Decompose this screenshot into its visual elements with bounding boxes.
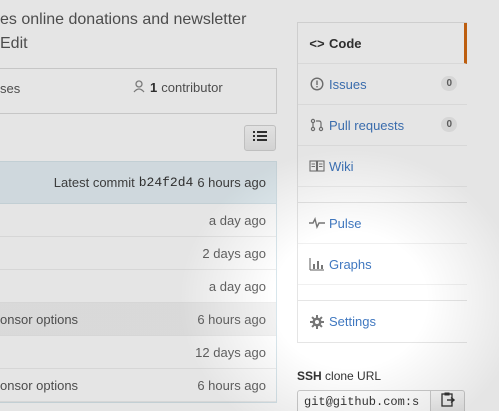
clone-label-text: clone URL (325, 369, 382, 383)
clone-url-label: SSH clone URL (297, 369, 381, 383)
nav-graphs[interactable]: Graphs (298, 244, 467, 285)
nav-divider (298, 187, 467, 203)
commit-age: a day ago (208, 212, 266, 228)
nav-wiki-label: Wiki (329, 158, 354, 174)
file-row[interactable]: 2 days ago (0, 237, 276, 270)
book-icon (309, 160, 325, 172)
file-row[interactable]: onsor options 6 hours ago (0, 303, 276, 336)
list-view-button[interactable] (244, 125, 276, 151)
pulse-icon (309, 217, 325, 229)
nav-pull-requests[interactable]: Pull requests 0 (298, 105, 467, 146)
commit-age: 6 hours ago (197, 311, 266, 327)
issue-icon (309, 77, 325, 91)
issues-count-badge: 0 (441, 76, 457, 91)
repository-page: es online donations and newsletter Edit … (0, 0, 499, 411)
file-row[interactable]: onsor options 6 hours ago (0, 369, 276, 402)
copy-clone-url-button[interactable] (431, 390, 465, 411)
repo-nav: <> Code Issues 0 Pull requests 0 Wiki Pu… (297, 22, 467, 343)
nav-code-label: Code (329, 35, 362, 51)
file-row[interactable]: a day ago (0, 204, 276, 237)
commit-message[interactable]: onsor options (0, 378, 78, 393)
file-listing: Latest commit b24f2d4 6 hours ago a day … (0, 161, 277, 403)
latest-commit-header: Latest commit b24f2d4 6 hours ago (0, 162, 276, 204)
file-row[interactable]: a day ago (0, 270, 276, 303)
nav-issues[interactable]: Issues 0 (298, 64, 467, 105)
edit-description-link[interactable]: Edit (0, 32, 285, 56)
graph-icon (309, 257, 325, 271)
list-icon (253, 129, 267, 147)
clipboard-icon (440, 392, 455, 411)
contributors-icon (132, 79, 146, 96)
repo-sidebar: <> Code Issues 0 Pull requests 0 Wiki Pu… (297, 22, 467, 343)
commit-age: 6 hours ago (197, 377, 266, 393)
nav-settings-label: Settings (329, 314, 376, 329)
latest-commit-age: 6 hours ago (197, 175, 266, 190)
file-row[interactable]: 12 days ago (0, 336, 276, 369)
nav-wiki[interactable]: Wiki (298, 146, 467, 187)
nav-code[interactable]: <> Code (298, 23, 467, 64)
pull-requests-count-badge: 0 (441, 117, 457, 132)
repo-description-text: es online donations and newsletter (0, 11, 247, 28)
commit-age: 2 days ago (202, 245, 266, 261)
latest-commit-label: Latest commit (53, 175, 135, 190)
commit-age: 12 days ago (195, 344, 266, 360)
commit-age: a day ago (208, 278, 266, 294)
gear-icon (309, 314, 325, 329)
contributors-label: contributor (161, 80, 223, 95)
pull-request-icon (309, 118, 325, 132)
repo-description: es online donations and newsletter Edit (0, 8, 285, 56)
latest-commit-sha[interactable]: b24f2d4 (139, 175, 194, 190)
nav-graphs-label: Graphs (329, 256, 372, 272)
nav-pull-requests-label: Pull requests (329, 117, 405, 133)
releases-link[interactable]: ses (0, 81, 20, 96)
clone-url-input[interactable] (297, 390, 431, 411)
commit-message[interactable]: onsor options (0, 312, 78, 327)
contributors-count: 1 (150, 80, 158, 95)
clone-protocol[interactable]: SSH (297, 369, 322, 383)
nav-pulse[interactable]: Pulse (298, 203, 467, 244)
nav-settings[interactable]: Settings (298, 301, 467, 342)
nav-divider (298, 285, 467, 301)
contributors-link[interactable]: 1 contributor (132, 79, 223, 96)
nav-pulse-label: Pulse (329, 215, 362, 231)
code-icon: <> (309, 35, 325, 51)
nav-issues-label: Issues (329, 76, 367, 92)
repo-stats-bar: ses 1 contributor (0, 68, 277, 182)
